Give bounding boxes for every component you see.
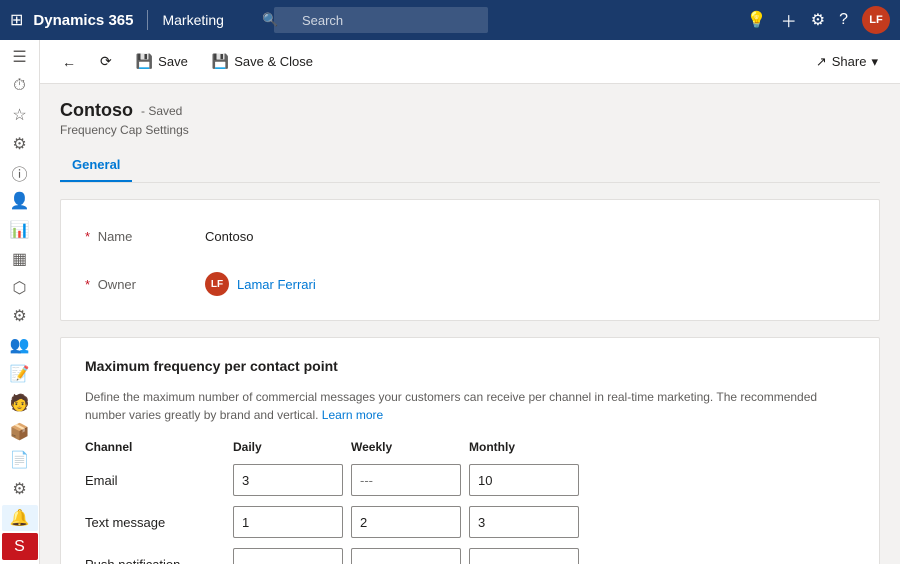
table-row-push: Push notification xyxy=(85,548,855,564)
sidebar-item-info[interactable]: ⓘ xyxy=(2,159,38,186)
sidebar-item-recent[interactable]: ⏱ xyxy=(2,73,38,100)
sidebar-item-segments[interactable]: ⬡ xyxy=(2,274,38,301)
table-row-email: Email xyxy=(85,464,855,496)
text-weekly-input[interactable] xyxy=(351,506,461,538)
tabs-bar: General xyxy=(60,149,880,183)
email-monthly-input[interactable] xyxy=(469,464,579,496)
save-label: Save xyxy=(158,54,188,69)
brand-name: Dynamics 365 xyxy=(33,12,133,29)
refresh-button[interactable]: ⟳ xyxy=(90,48,122,75)
module-name: Marketing xyxy=(162,12,223,28)
page-subtitle: Frequency Cap Settings xyxy=(60,123,880,137)
back-icon: ← xyxy=(62,54,76,70)
search-wrapper: 🔍 xyxy=(254,7,717,33)
frequency-description: Define the maximum number of commercial … xyxy=(85,388,855,424)
name-value: Contoso xyxy=(205,229,253,244)
push-daily-input[interactable] xyxy=(233,548,343,564)
sidebar-item-analytics[interactable]: 📊 xyxy=(2,217,38,244)
sidebar-item-leads[interactable]: 👥 xyxy=(2,332,38,359)
refresh-icon: ⟳ xyxy=(100,53,112,70)
saved-badge: - Saved xyxy=(141,104,182,118)
owner-row: * Owner LF Lamar Ferrari xyxy=(85,268,855,300)
owner-required: * xyxy=(85,277,90,292)
owner-avatar: LF xyxy=(205,272,229,296)
help-icon[interactable]: ? xyxy=(839,11,848,29)
sidebar-item-docs[interactable]: 📄 xyxy=(2,447,38,474)
sidebar: ☰ ⏱ ☆ ⚙ ⓘ 👤 📊 ▦ ⬡ ⚙ 👥 📝 🧑 📦 📄 ⚙ 🔔 S xyxy=(0,40,40,564)
save-close-icon: 💾 xyxy=(212,53,229,70)
sidebar-item-settings[interactable]: ⚙ xyxy=(2,130,38,157)
share-icon: ↗ xyxy=(816,54,827,70)
main-layout: ☰ ⏱ ☆ ⚙ ⓘ 👤 📊 ▦ ⬡ ⚙ 👥 📝 🧑 📦 📄 ⚙ 🔔 S ← ⟳ … xyxy=(0,40,900,564)
owner-label: * Owner xyxy=(85,277,205,292)
push-monthly-input[interactable] xyxy=(469,548,579,564)
command-bar: ← ⟳ 💾 Save 💾 Save & Close ↗ Share ▾ xyxy=(40,40,900,84)
text-daily-input[interactable] xyxy=(233,506,343,538)
top-navigation: ⊞ Dynamics 365 Marketing 🔍 💡 ＋ ⚙ ? LF xyxy=(0,0,900,40)
sidebar-item-assets[interactable]: 📦 xyxy=(2,418,38,445)
sidebar-item-config[interactable]: ⚙ xyxy=(2,303,38,330)
sidebar-item-forms[interactable]: 📝 xyxy=(2,361,38,388)
email-weekly-input[interactable] xyxy=(351,464,461,496)
share-button[interactable]: ↗ Share ▾ xyxy=(806,49,888,75)
sidebar-item-notifications[interactable]: 🔔 xyxy=(2,505,38,532)
form-card: * Name Contoso * Owner LF Lamar Ferrari xyxy=(60,199,880,321)
lightbulb-icon[interactable]: 💡 xyxy=(747,10,767,30)
plus-icon[interactable]: ＋ xyxy=(781,8,797,32)
grid-icon[interactable]: ⊞ xyxy=(10,10,23,30)
table-row-text-message: Text message xyxy=(85,506,855,538)
text-monthly-input[interactable] xyxy=(469,506,579,538)
push-weekly-input[interactable] xyxy=(351,548,461,564)
owner-value: LF Lamar Ferrari xyxy=(205,272,316,296)
nav-divider xyxy=(147,10,148,30)
channel-email-label: Email xyxy=(85,473,225,488)
frequency-section-title: Maximum frequency per contact point xyxy=(85,358,855,374)
page-content: Contoso - Saved Frequency Cap Settings G… xyxy=(40,84,900,564)
col-header-weekly: Weekly xyxy=(351,440,461,454)
share-label: Share xyxy=(832,54,867,69)
frequency-cap-card: Maximum frequency per contact point Defi… xyxy=(60,337,880,564)
save-icon: 💾 xyxy=(136,53,153,70)
owner-link[interactable]: Lamar Ferrari xyxy=(237,277,316,292)
search-input[interactable] xyxy=(274,7,488,33)
col-header-channel: Channel xyxy=(85,440,225,454)
name-row: * Name Contoso xyxy=(85,220,855,252)
channel-push-label: Push notification xyxy=(85,557,225,564)
user-avatar[interactable]: LF xyxy=(862,6,890,34)
name-label: * Name xyxy=(85,229,205,244)
save-close-label: Save & Close xyxy=(234,54,313,69)
share-chevron-icon: ▾ xyxy=(871,54,878,70)
save-close-button[interactable]: 💾 Save & Close xyxy=(202,48,323,75)
sidebar-item-contacts[interactable]: 👤 xyxy=(2,188,38,215)
sidebar-item-lists[interactable]: ▦ xyxy=(2,245,38,272)
sidebar-item-menu[interactable]: ☰ xyxy=(2,44,38,71)
col-header-daily: Daily xyxy=(233,440,343,454)
page-header: Contoso - Saved Frequency Cap Settings xyxy=(60,100,880,137)
tab-general[interactable]: General xyxy=(60,149,132,182)
sidebar-item-pinned[interactable]: ☆ xyxy=(2,102,38,129)
content-area: ← ⟳ 💾 Save 💾 Save & Close ↗ Share ▾ xyxy=(40,40,900,564)
channel-text-label: Text message xyxy=(85,515,225,530)
save-button[interactable]: 💾 Save xyxy=(126,48,198,75)
search-icon: 🔍 xyxy=(262,12,278,28)
learn-more-link[interactable]: Learn more xyxy=(322,408,383,422)
sidebar-item-people[interactable]: 🧑 xyxy=(2,389,38,416)
page-title-row: Contoso - Saved xyxy=(60,100,880,121)
page-title: Contoso xyxy=(60,100,133,121)
sidebar-item-gear[interactable]: ⚙ xyxy=(2,476,38,503)
email-daily-input[interactable] xyxy=(233,464,343,496)
table-header-row: Channel Daily Weekly Monthly xyxy=(85,440,855,454)
nav-actions: 💡 ＋ ⚙ ? LF xyxy=(747,6,890,34)
sidebar-item-user[interactable]: S xyxy=(2,533,38,560)
settings-icon[interactable]: ⚙ xyxy=(811,10,825,30)
frequency-table: Channel Daily Weekly Monthly Email xyxy=(85,440,855,564)
back-button[interactable]: ← xyxy=(52,49,86,75)
description-text: Define the maximum number of commercial … xyxy=(85,390,817,422)
col-header-monthly: Monthly xyxy=(469,440,579,454)
name-required: * xyxy=(85,229,90,244)
